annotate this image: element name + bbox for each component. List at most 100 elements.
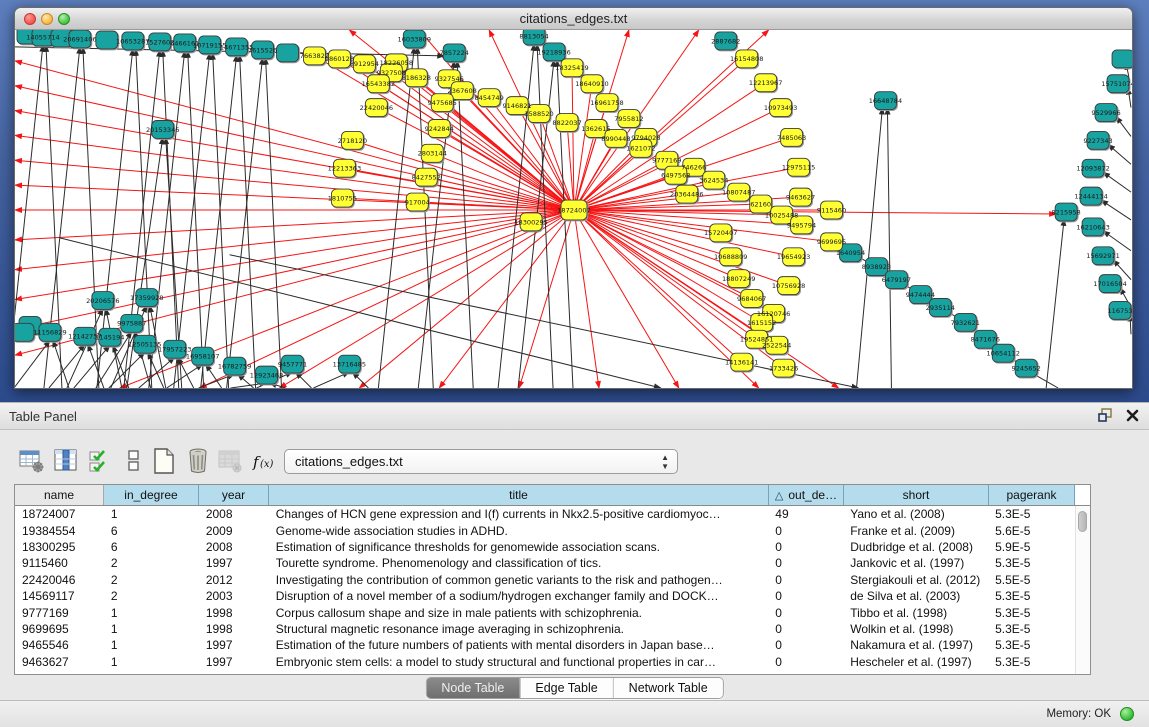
table-row[interactable]: 1938455462009Genome-wide association stu… — [15, 522, 1074, 538]
network-graph[interactable]: 1405571420691406106532871527602646616110… — [15, 30, 1132, 388]
table-cell[interactable]: 0 — [768, 573, 843, 587]
table-cell[interactable]: 2 — [104, 556, 199, 570]
graph-edge[interactable] — [1046, 219, 1064, 388]
select-column-icon[interactable] — [52, 447, 80, 475]
table-source-dropdown[interactable]: citations_edges.txt ▲▼ — [284, 449, 678, 474]
table-row[interactable]: 2242004622012Investigating the contribut… — [15, 572, 1074, 588]
table-cell[interactable]: Estimation of significance thresholds fo… — [269, 540, 769, 554]
table-cell[interactable]: 1997 — [199, 655, 269, 669]
table-cell[interactable]: de Silva et al. (2003) — [843, 589, 988, 603]
table-cell[interactable]: 9699695 — [15, 622, 104, 636]
table-row[interactable]: 969969511998Structural magnetic resonanc… — [15, 621, 1074, 637]
table-cell[interactable]: 22420046 — [15, 573, 104, 587]
table-cell[interactable]: 1997 — [199, 638, 269, 652]
graph-edge[interactable] — [15, 160, 574, 210]
table-cell[interactable]: 6 — [104, 540, 199, 554]
graph-edge[interactable] — [887, 108, 891, 388]
graph-edge[interactable] — [557, 60, 573, 388]
table-cell[interactable]: 18300295 — [15, 540, 104, 554]
table-cell[interactable]: 2 — [104, 589, 199, 603]
graph-edge[interactable] — [15, 210, 574, 329]
column-header-short[interactable]: short — [844, 485, 989, 505]
table-cell[interactable]: Franke et al. (2009) — [843, 524, 988, 538]
graph-edge[interactable] — [201, 55, 237, 388]
graph-edge[interactable] — [148, 352, 164, 388]
table-cell[interactable]: 49 — [768, 507, 843, 521]
table-cell[interactable]: 1997 — [199, 556, 269, 570]
table-cell[interactable]: 6 — [104, 524, 199, 538]
table-cell[interactable]: Tibbo et al. (1998) — [843, 606, 988, 620]
table-cell[interactable]: 1 — [104, 606, 199, 620]
table-cell[interactable]: Embryonic stem cells: a model to study s… — [269, 655, 769, 669]
table-cell[interactable]: 2003 — [199, 589, 269, 603]
graph-node-teal[interactable] — [1112, 50, 1132, 68]
table-cell[interactable]: 2 — [104, 573, 199, 587]
table-cell[interactable]: 1 — [104, 507, 199, 521]
table-cell[interactable]: 5.3E-5 — [988, 655, 1074, 669]
graph-edge[interactable] — [15, 61, 574, 210]
table-cell[interactable]: Investigating the contribution of common… — [269, 573, 769, 587]
table-row[interactable]: 1830029562008Estimation of significance … — [15, 539, 1074, 555]
table-cell[interactable]: Tourette syndrome. Phenomenology and cla… — [269, 556, 769, 570]
table-cell[interactable]: 1 — [104, 622, 199, 636]
table-cell[interactable]: 5.3E-5 — [988, 556, 1074, 570]
graph-node-teal[interactable] — [277, 44, 299, 62]
table-cell[interactable]: Hescheler et al. (1997) — [843, 655, 988, 669]
table-cell[interactable]: 19384554 — [15, 524, 104, 538]
table-row[interactable]: 1456911722003Disruption of a novel membe… — [15, 588, 1074, 604]
table-cell[interactable]: 1 — [104, 655, 199, 669]
graph-edge[interactable] — [1108, 144, 1131, 164]
table-cell[interactable]: 18724007 — [15, 507, 104, 521]
graph-edge[interactable] — [227, 58, 263, 388]
table-cell[interactable]: 2009 — [199, 524, 269, 538]
table-cell[interactable]: 0 — [768, 589, 843, 603]
table-cell[interactable]: 9115460 — [15, 556, 104, 570]
table-cell[interactable]: 5.3E-5 — [988, 507, 1074, 521]
column-header-name[interactable]: name — [15, 485, 104, 505]
table-cell[interactable]: 5.6E-5 — [988, 524, 1074, 538]
column-header-year[interactable]: year — [199, 485, 269, 505]
table-cell[interactable]: Dudbridge et al. (2008) — [843, 540, 988, 554]
network-canvas[interactable]: 1405571420691406106532871527602646616110… — [15, 30, 1132, 388]
table-cell[interactable]: 0 — [768, 655, 843, 669]
graph-edge[interactable] — [200, 210, 574, 388]
table-cell[interactable]: 5.9E-5 — [988, 540, 1074, 554]
graph-node-teal[interactable] — [96, 31, 118, 49]
table-row[interactable]: 946554611997Estimation of the future num… — [15, 637, 1074, 653]
table-cell[interactable]: Genome-wide association studies in ADHD. — [269, 524, 769, 538]
graph-edge[interactable] — [352, 372, 368, 388]
table-row[interactable]: 1872400712008Changes of HCN gene express… — [15, 506, 1074, 522]
table-cell[interactable]: 2008 — [199, 507, 269, 521]
graph-edge[interactable] — [88, 344, 104, 388]
graph-edge[interactable] — [1103, 172, 1131, 192]
column-header-title[interactable]: title — [269, 485, 769, 505]
table-cell[interactable]: Jankovic et al. (1997) — [843, 556, 988, 570]
graph-edge[interactable] — [213, 53, 229, 388]
tab-network-table[interactable]: Network Table — [613, 678, 723, 698]
column-header-out_de[interactable]: △out_de… — [769, 485, 844, 505]
table-cell[interactable]: 0 — [768, 556, 843, 570]
table-settings-icon[interactable] — [18, 447, 46, 475]
table-cell[interactable]: 0 — [768, 524, 843, 538]
table-row[interactable]: 946362711997Embryonic stem cells: a mode… — [15, 654, 1074, 670]
table-cell[interactable]: 0 — [768, 540, 843, 554]
graph-edge[interactable] — [1101, 200, 1131, 220]
table-cell[interactable]: 5.5E-5 — [988, 573, 1074, 587]
table-cell[interactable]: Corpus callosum shape and size in male p… — [269, 606, 769, 620]
table-cell[interactable]: 9465546 — [15, 638, 104, 652]
table-vertical-scrollbar[interactable] — [1075, 506, 1090, 674]
graph-edge[interactable] — [266, 58, 282, 388]
graph-edge[interactable] — [378, 47, 414, 388]
graph-edge[interactable] — [1116, 117, 1131, 137]
table-cell[interactable]: Structural magnetic resonance image aver… — [269, 622, 769, 636]
table-cell[interactable]: 5.3E-5 — [988, 606, 1074, 620]
select-rows-icon[interactable] — [86, 447, 114, 475]
graph-node-teal[interactable] — [15, 323, 34, 341]
table-cell[interactable]: Yano et al. (2008) — [843, 507, 988, 521]
graph-edge[interactable] — [15, 210, 574, 240]
graph-edge[interactable] — [199, 374, 235, 388]
column-header-in_degree[interactable]: in_degree — [104, 485, 199, 505]
table-cell[interactable]: 1 — [104, 638, 199, 652]
scrollbar-thumb[interactable] — [1078, 511, 1087, 532]
table-cell[interactable]: 5.3E-5 — [988, 638, 1074, 652]
